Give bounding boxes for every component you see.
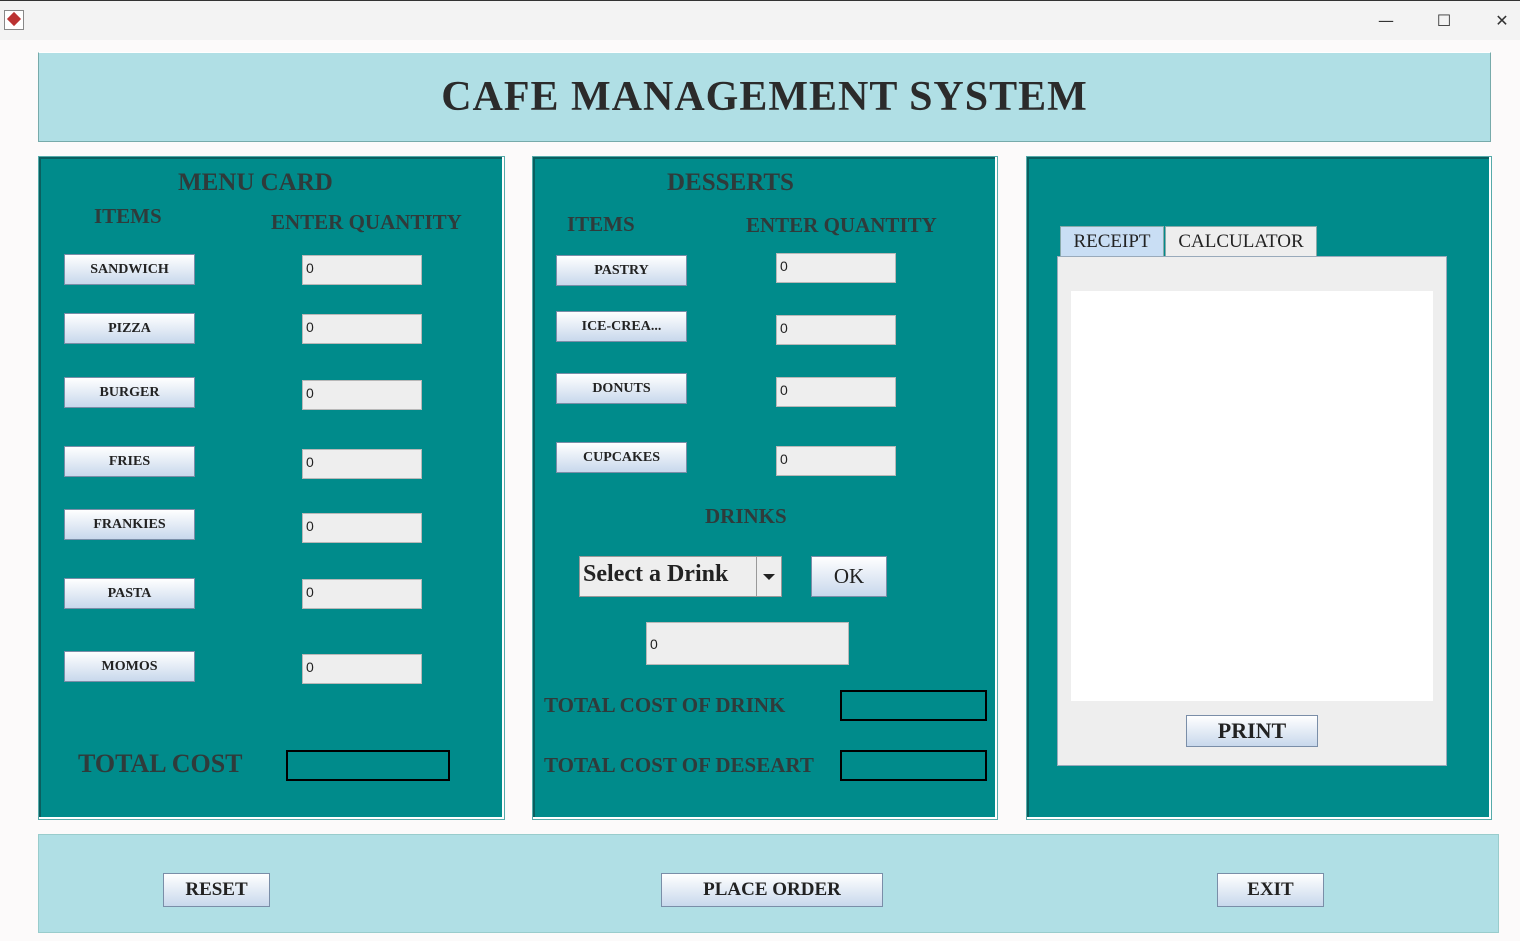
momos-button[interactable]: MOMOS [64, 651, 195, 682]
receipt-tab-pane: PRINT [1057, 256, 1447, 766]
reset-button[interactable]: RESET [163, 873, 270, 907]
pastry-qty-input[interactable]: 0 [776, 253, 896, 283]
donuts-qty-input[interactable]: 0 [776, 377, 896, 407]
dessert-qty-header: ENTER QUANTITY [746, 213, 937, 237]
desserts-panel: DESSERTS ITEMS ENTER QUANTITY PASTRY 0 I… [532, 156, 998, 820]
drink-qty-input[interactable]: 0 [646, 622, 849, 665]
dessert-items-header: ITEMS [567, 212, 635, 236]
frankies-qty-input[interactable]: 0 [302, 513, 422, 543]
chevron-down-icon[interactable] [756, 557, 781, 596]
place-order-button[interactable]: PLACE ORDER [661, 873, 883, 907]
ice-cream-qty-input[interactable]: 0 [776, 315, 896, 345]
receipt-textarea[interactable] [1071, 291, 1433, 701]
sandwich-button[interactable]: SANDWICH [64, 254, 195, 285]
page-title: CAFE MANAGEMENT SYSTEM [441, 74, 1088, 120]
fries-button[interactable]: FRIES [64, 446, 195, 477]
sandwich-qty-input[interactable]: 0 [302, 255, 422, 285]
menu-qty-header: ENTER QUANTITY [271, 210, 462, 234]
menu-card-title: MENU CARD [178, 169, 333, 196]
minimize-button[interactable]: — [1366, 7, 1406, 35]
print-button[interactable]: PRINT [1186, 715, 1318, 747]
cupcakes-button[interactable]: CUPCAKES [556, 442, 687, 473]
menu-items-header: ITEMS [94, 204, 162, 228]
close-button[interactable]: ✕ [1482, 7, 1520, 35]
total-cost-field [286, 750, 450, 781]
exit-button[interactable]: EXIT [1217, 873, 1324, 907]
tab-receipt[interactable]: RECEIPT [1060, 226, 1164, 256]
pizza-qty-input[interactable]: 0 [302, 314, 422, 344]
burger-qty-input[interactable]: 0 [302, 380, 422, 410]
footer-bar: RESET PLACE ORDER EXIT [38, 834, 1499, 933]
drink-ok-button[interactable]: OK [811, 556, 887, 597]
fries-qty-input[interactable]: 0 [302, 449, 422, 479]
drink-cost-label: TOTAL COST OF DRINK [544, 693, 786, 717]
pasta-button[interactable]: PASTA [64, 578, 195, 609]
pizza-button[interactable]: PIZZA [64, 313, 195, 344]
pasta-qty-input[interactable]: 0 [302, 579, 422, 609]
drink-select-value: Select a Drink [583, 561, 729, 587]
dessert-cost-field [840, 750, 987, 781]
dessert-cost-label: TOTAL COST OF DESEART [544, 753, 814, 777]
maximize-button[interactable]: ☐ [1424, 7, 1464, 35]
drink-select[interactable]: Select a Drink [579, 556, 782, 597]
receipt-panel: RECEIPT CALCULATOR PRINT [1026, 156, 1492, 820]
pastry-button[interactable]: PASTRY [556, 255, 687, 286]
window-titlebar: — ☐ ✕ [0, 0, 1520, 40]
ice-cream-button[interactable]: ICE-CREA... [556, 311, 687, 342]
frankies-button[interactable]: FRANKIES [64, 509, 195, 540]
momos-qty-input[interactable]: 0 [302, 654, 422, 684]
cupcakes-qty-input[interactable]: 0 [776, 446, 896, 476]
app-icon [4, 10, 24, 30]
total-cost-label: TOTAL COST [78, 749, 243, 778]
tab-calculator[interactable]: CALCULATOR [1165, 226, 1317, 256]
header-banner: CAFE MANAGEMENT SYSTEM [38, 52, 1491, 142]
drinks-title: DRINKS [705, 504, 787, 528]
desserts-title: DESSERTS [667, 169, 794, 196]
burger-button[interactable]: BURGER [64, 377, 195, 408]
donuts-button[interactable]: DONUTS [556, 373, 687, 404]
menu-card-panel: MENU CARD ITEMS ENTER QUANTITY SANDWICH … [38, 156, 505, 820]
drink-cost-field [840, 690, 987, 721]
